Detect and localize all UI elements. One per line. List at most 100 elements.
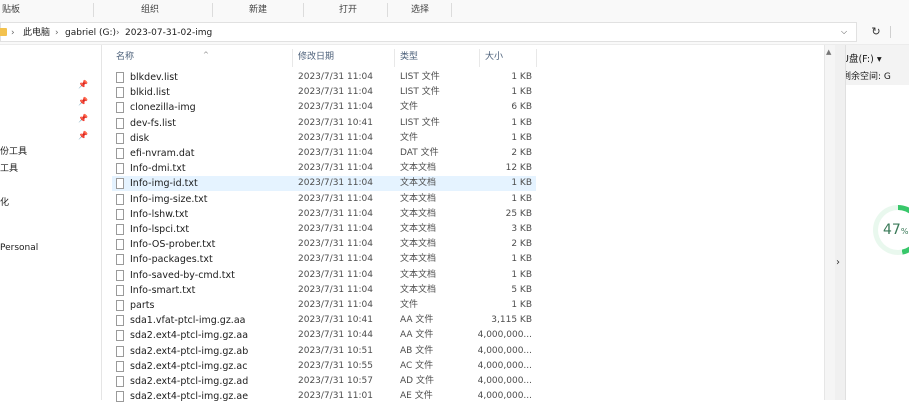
file-row[interactable]: Info-saved-by-cmd.txt 2023/7/31 11:04 文本文档…: [112, 268, 536, 283]
file-size: 4,000,000...: [477, 391, 532, 402]
column-divider[interactable]: [394, 49, 395, 67]
file-date: 2023/7/31 11:04: [298, 87, 373, 98]
details-pane-toggle[interactable]: ›: [835, 45, 846, 400]
ribbon-separator: [387, 3, 388, 17]
chevron-right-icon[interactable]: ›: [116, 26, 120, 40]
file-date: 2023/7/31 10:57: [298, 376, 373, 386]
column-divider[interactable]: [479, 49, 480, 67]
file-name: Info-saved-by-cmd.txt: [130, 269, 235, 281]
file-name: blkid.list: [130, 87, 170, 99]
pin-icon[interactable]: 📌: [78, 131, 88, 141]
file-size: 1 KB: [511, 87, 532, 98]
nav-item-personal[interactable]: Personal: [0, 241, 38, 255]
file-row[interactable]: Info-smart.txt 2023/7/31 11:04 文本文档 5 KB: [112, 283, 536, 298]
file-row[interactable]: efi-nvram.dat 2023/7/31 11:04 DAT 文件 2 KB: [112, 146, 536, 161]
nav-item[interactable]: 工具: [0, 162, 18, 176]
refresh-icon[interactable]: ↻: [865, 23, 887, 41]
file-type: AC 文件: [400, 360, 434, 371]
pin-icon[interactable]: 📌: [78, 97, 88, 107]
file-name: dev-fs.list: [130, 117, 176, 129]
file-size: 1 KB: [511, 254, 532, 265]
file-name: sda2.ext4-ptcl-img.gz.aa: [130, 330, 249, 342]
file-date: 2023/7/31 11:04: [298, 193, 373, 204]
vertical-scrollbar[interactable]: ▲: [824, 45, 835, 400]
file-size: 4,000,000...: [477, 376, 532, 386]
drive-info: U盘(F:) ▾ 剩余空间: G: [835, 45, 909, 85]
file-row[interactable]: sda2.ext4-ptcl-img.gz.aa 2023/7/31 10:44 A…: [112, 328, 536, 343]
breadcrumb-folder[interactable]: 2023-07-31-02-img: [125, 26, 212, 40]
file-date: 2023/7/31 11:04: [298, 284, 373, 295]
file-date: 2023/7/31 11:04: [298, 269, 373, 280]
file-row[interactable]: sda2.ext4-ptcl-img.gz.ae 2023/7/31 11:01 A…: [112, 389, 536, 404]
file-name: sda2.ext4-ptcl-img.gz.ac: [130, 360, 248, 372]
pin-icon[interactable]: 📌: [78, 114, 88, 124]
chevron-right-icon[interactable]: ›: [11, 26, 15, 40]
file-row[interactable]: disk 2023/7/31 11:04 文件 1 KB: [112, 131, 536, 146]
file-date: 2023/7/31 11:04: [298, 163, 373, 174]
chevron-right-icon[interactable]: ›: [55, 26, 59, 40]
file-row[interactable]: clonezilla-img 2023/7/31 11:04 文件 6 KB: [112, 100, 536, 115]
file-type: 文本文档: [400, 254, 437, 265]
breadcrumb-drive[interactable]: gabriel (G:): [65, 26, 116, 40]
file-name: Info-dmi.txt: [130, 163, 186, 175]
file-name: Info-lspci.txt: [130, 224, 190, 235]
file-type: AA 文件: [400, 315, 434, 326]
file-row[interactable]: blkdev.list 2023/7/31 11:04 LIST 文件 1 KB: [112, 70, 536, 85]
file-date: 2023/7/31 10:55: [298, 360, 373, 371]
file-icon: [116, 87, 124, 99]
file-date: 2023/7/31 10:41: [298, 315, 373, 326]
file-row[interactable]: Info-OS-prober.txt 2023/7/31 11:04 文本文档 2 K…: [112, 237, 536, 252]
column-divider[interactable]: [292, 49, 293, 67]
pane-divider[interactable]: [101, 45, 102, 400]
file-icon: [116, 117, 124, 129]
address-bar-row: › 此电脑 › gabriel (G:) › 2023-07-31-02-img…: [0, 20, 909, 45]
file-date: 2023/7/31 11:04: [298, 132, 373, 143]
file-date: 2023/7/31 11:04: [298, 102, 373, 113]
file-row[interactable]: blkid.list 2023/7/31 11:04 LIST 文件 1 KB: [112, 85, 536, 100]
file-date: 2023/7/31 11:04: [298, 72, 373, 82]
file-row[interactable]: Info-packages.txt 2023/7/31 11:04 文本文档 1 KB: [112, 252, 536, 267]
file-type: 文本文档: [400, 163, 437, 174]
nav-item[interactable]: 化: [0, 196, 9, 210]
file-row[interactable]: Info-lshw.txt 2023/7/31 11:04 文本文档 25 KB: [112, 207, 536, 222]
address-bar[interactable]: › 此电脑 › gabriel (G:) › 2023-07-31-02-img…: [0, 22, 857, 42]
ribbon-group-organize: 组织: [140, 5, 159, 15]
file-name: parts: [130, 300, 155, 311]
file-icon: [116, 330, 124, 342]
chevron-down-icon[interactable]: ⌵: [841, 27, 847, 37]
file-row[interactable]: sda1.vfat-ptcl-img.gz.aa 2023/7/31 10:41 A…: [112, 313, 536, 328]
ribbon-separator: [303, 3, 304, 17]
column-header-date[interactable]: 修改日期: [298, 49, 334, 65]
scroll-up-icon[interactable]: ▲: [826, 48, 831, 56]
file-icon: [116, 284, 124, 296]
file-row[interactable]: sda2.ext4-ptcl-img.gz.ab 2023/7/31 10:51 A…: [112, 344, 536, 359]
file-row[interactable]: sda2.ext4-ptcl-img.gz.ad 2023/7/31 10:57 A…: [112, 374, 536, 389]
drive-selector[interactable]: U盘(F:) ▾: [842, 51, 882, 65]
file-row[interactable]: Info-img-size.txt 2023/7/31 11:04 文本文档 1 KB: [112, 192, 536, 207]
nav-item[interactable]: 份工具: [0, 145, 27, 159]
file-row[interactable]: Info-img-id.txt 2023/7/31 11:04 文本文档 1 KB: [112, 176, 536, 192]
file-type: 文本文档: [400, 178, 437, 189]
file-row[interactable]: Info-lspci.txt 2023/7/31 11:04 文本文档 3 KB: [112, 222, 536, 237]
file-row[interactable]: Info-dmi.txt 2023/7/31 11:04 文本文档 12 KB: [112, 161, 536, 176]
file-size: 1 KB: [511, 193, 532, 204]
file-date: 2023/7/31 11:01: [298, 391, 373, 402]
file-size: 25 KB: [505, 208, 532, 219]
column-divider[interactable]: [536, 49, 537, 67]
file-row[interactable]: parts 2023/7/31 11:04 文件 1 KB: [112, 298, 536, 313]
ribbon-group-clipboard: 贴板: [1, 5, 20, 15]
file-size: 3 KB: [511, 224, 532, 234]
breadcrumb-this-pc[interactable]: 此电脑: [23, 26, 50, 40]
file-name: sda2.ext4-ptcl-img.gz.ab: [130, 345, 249, 357]
file-row[interactable]: dev-fs.list 2023/7/31 10:41 LIST 文件 1 KB: [112, 116, 536, 131]
column-header-size[interactable]: 大小: [485, 49, 503, 65]
file-type: AE 文件: [400, 391, 433, 402]
file-name: blkdev.list: [130, 72, 178, 83]
file-type: LIST 文件: [400, 87, 440, 98]
pin-icon[interactable]: 📌: [78, 80, 88, 90]
file-icon: [116, 376, 124, 387]
column-header-type[interactable]: 类型: [400, 49, 418, 65]
file-row[interactable]: sda2.ext4-ptcl-img.gz.ac 2023/7/31 10:55 A…: [112, 359, 536, 374]
column-header-name[interactable]: 名称 ^: [116, 49, 209, 65]
file-type: 文本文档: [400, 193, 437, 204]
